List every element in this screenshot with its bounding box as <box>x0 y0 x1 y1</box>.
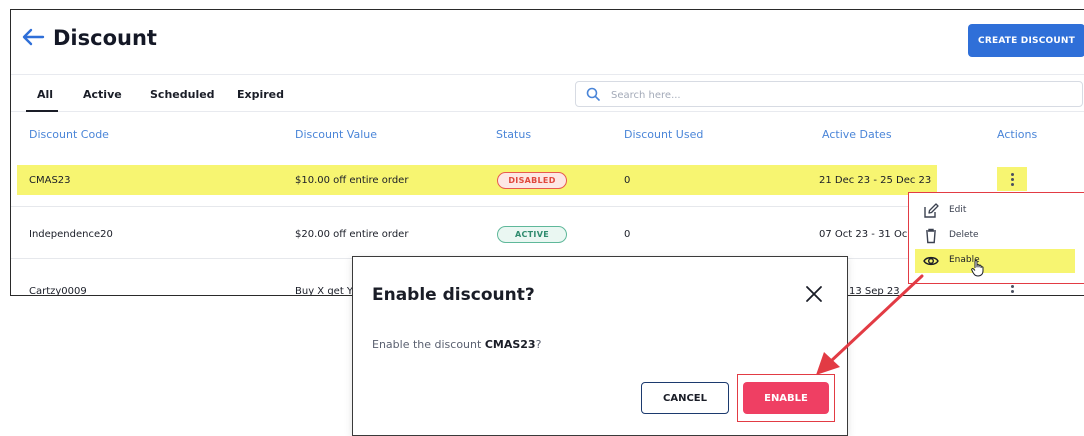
discount-code: CMAS23 <box>29 175 71 186</box>
tab-expired[interactable]: Expired <box>237 88 284 101</box>
create-discount-button[interactable]: CREATE DISCOUNT <box>968 24 1084 57</box>
kebab-dot <box>1010 284 1014 288</box>
back-arrow-icon[interactable] <box>19 23 47 51</box>
page-title: Discount <box>53 26 157 50</box>
row-actions-button[interactable] <box>997 167 1027 191</box>
dialog-message-code: CMAS23 <box>484 338 536 351</box>
column-header-value: Discount Value <box>295 128 377 141</box>
tab-bar: All Active Scheduled Expired <box>11 74 1084 112</box>
search-input[interactable] <box>609 86 913 104</box>
discount-value: $20.00 off entire order <box>295 229 409 240</box>
eye-icon <box>923 256 939 266</box>
status-badge: DISABLED <box>497 172 567 189</box>
hand-cursor-icon <box>971 260 984 277</box>
kebab-dot <box>1010 177 1014 181</box>
row-highlight <box>17 165 937 195</box>
kebab-dot <box>1010 172 1014 176</box>
column-header-used: Discount Used <box>624 128 704 141</box>
dialog-message-prefix: Enable the discount <box>372 338 485 351</box>
column-header-dates: Active Dates <box>822 128 892 141</box>
column-header-code: Discount Code <box>29 128 109 141</box>
active-dates: 07 Oct 23 - 31 Oc <box>819 229 908 240</box>
status-badge: ACTIVE <box>497 226 567 243</box>
discount-value: $10.00 off entire order <box>295 175 409 186</box>
discount-value: Buy X get Y <box>295 286 354 296</box>
menu-item-delete[interactable]: Delete <box>909 224 1084 248</box>
menu-item-enable[interactable]: Enable <box>909 249 1084 277</box>
close-icon[interactable] <box>805 285 823 303</box>
discount-code: Cartzy0009 <box>29 286 87 296</box>
menu-item-label: Edit <box>949 205 967 215</box>
tab-active[interactable]: Active <box>83 88 122 101</box>
search-box[interactable] <box>575 81 1083 107</box>
dialog-title: Enable discount? <box>372 285 535 305</box>
menu-item-edit[interactable]: Edit <box>909 199 1084 223</box>
menu-item-label: Delete <box>949 230 979 240</box>
discount-used: 0 <box>624 229 631 240</box>
column-header-actions: Actions <box>997 128 1038 141</box>
dialog-message: Enable the discount CMAS23? <box>372 338 541 351</box>
search-icon <box>586 87 600 101</box>
cancel-button[interactable]: CANCEL <box>641 382 729 414</box>
active-dates: 13 Sep 23 <box>849 286 900 296</box>
trash-icon <box>926 228 936 244</box>
edit-icon <box>924 203 939 218</box>
discount-code: Independence20 <box>29 229 113 240</box>
kebab-dot <box>1010 182 1014 186</box>
tab-all[interactable]: All <box>37 88 53 101</box>
tab-active-underline <box>26 110 58 112</box>
enable-discount-dialog: Enable discount? Enable the discount CMA… <box>352 256 848 436</box>
tab-scheduled[interactable]: Scheduled <box>150 88 215 101</box>
kebab-dot <box>1010 294 1014 295</box>
discount-used: 0 <box>624 175 631 186</box>
column-header-status: Status <box>496 128 532 141</box>
kebab-dot <box>1010 289 1014 293</box>
enable-button[interactable]: ENABLE <box>743 382 829 414</box>
active-dates: 21 Dec 23 - 25 Dec 23 <box>819 175 932 186</box>
dialog-message-suffix: ? <box>535 338 542 351</box>
actions-menu: Edit Delete Enable <box>908 192 1084 284</box>
